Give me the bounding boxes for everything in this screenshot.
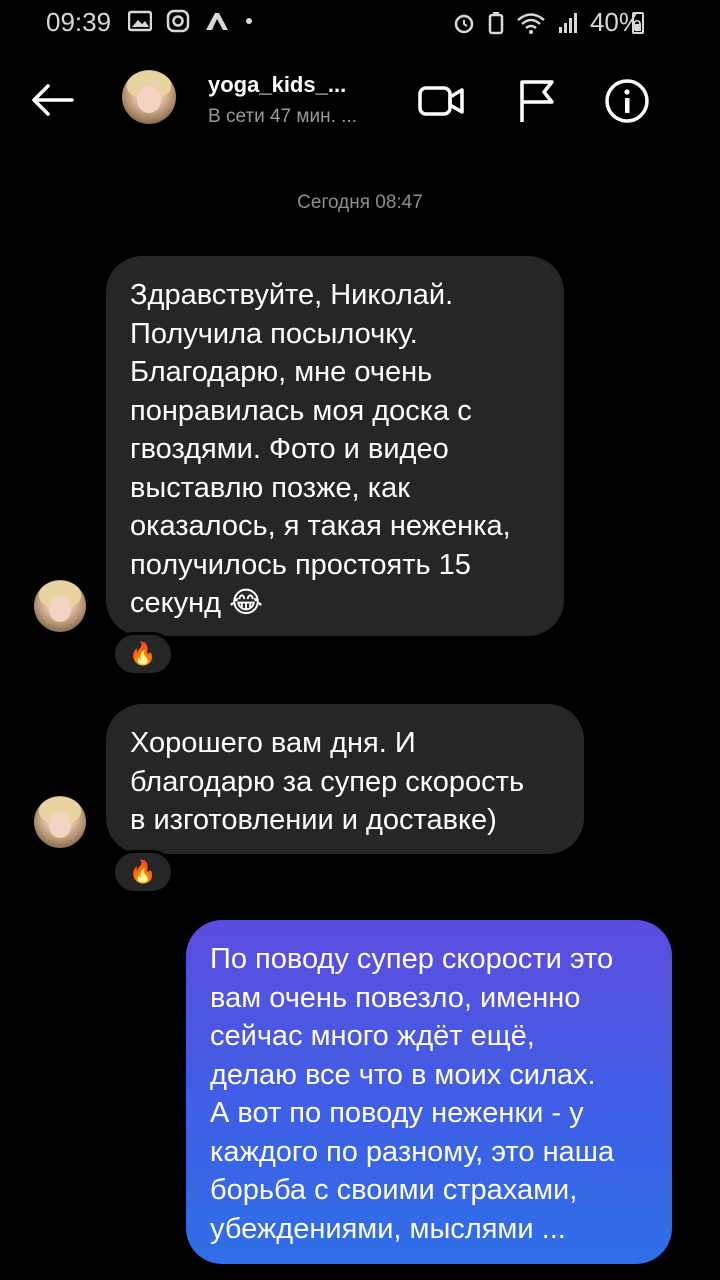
flag-icon[interactable] (512, 76, 562, 126)
message-line: получилось простоять 15 (130, 548, 471, 581)
message-line: Здравствуйте, Николай. (130, 279, 454, 311)
message-line: делаю все что в моих силах. (210, 1058, 596, 1091)
status-bar: 09:39 40% (0, 0, 720, 44)
message-line: гвоздями. Фото и видео (130, 433, 449, 465)
app-icon (206, 13, 228, 30)
battery-saver-icon (488, 11, 504, 34)
message-line: Получила посылочку. (130, 317, 418, 350)
info-icon[interactable] (602, 76, 652, 126)
message-line: борьба с своими страхами, (210, 1174, 578, 1206)
message-line: выставлю позже, как (130, 471, 410, 504)
fire-emoji: 🔥 (129, 641, 157, 666)
sender-avatar[interactable] (34, 580, 86, 632)
outgoing-message-bubble[interactable]: По поводу супер скорости это вам очень п… (186, 920, 672, 1264)
fire-emoji: 🔥 (129, 859, 157, 884)
message-line: благодарю за супер скорость (130, 765, 525, 798)
contact-username[interactable]: yoga_kids_... (208, 72, 346, 98)
chat-header: yoga_kids_... В сети 47 мин. ... (0, 60, 720, 140)
message-line: сейчас много ждёт ещё, (210, 1020, 535, 1052)
message-line: секунд 😂 (130, 587, 264, 619)
contact-avatar[interactable] (122, 70, 176, 124)
message-line: в изготовлении и доставке) (130, 804, 497, 836)
message-line: каждого по разному, это наша (210, 1135, 615, 1168)
message-line: А вот по поводу неженки - у (210, 1097, 584, 1129)
message-line: Хорошего вам дня. И (130, 727, 416, 759)
incoming-message-bubble[interactable]: Здравствуйте, Николай. Получила посылочк… (106, 256, 564, 636)
video-camera-icon[interactable] (416, 76, 466, 126)
instagram-icon (166, 9, 190, 33)
incoming-message-bubble[interactable]: Хорошего вам дня. И благодарю за супер с… (106, 704, 584, 854)
wifi-icon (517, 12, 545, 34)
message-line: По поводу супер скорости это (210, 943, 614, 975)
back-arrow-icon[interactable] (28, 76, 76, 124)
reaction-badge[interactable]: 🔥 (112, 632, 174, 676)
contact-status: В сети 47 мин. ... (208, 106, 357, 127)
status-time: 09:39 (46, 7, 112, 37)
alarm-icon (454, 14, 474, 33)
battery-icon (632, 12, 644, 34)
message-line: убеждениями, мыслями ... (210, 1212, 566, 1245)
reaction-badge[interactable]: 🔥 (112, 850, 174, 894)
message-line: вам очень повезло, именно (210, 981, 581, 1014)
message-line: Благодарю, мне очень (130, 356, 433, 388)
signal-icon (558, 12, 577, 33)
notification-icons (128, 9, 254, 33)
message-line: понравилась моя доска с (130, 394, 472, 427)
message-line: оказалось, я такая неженка, (130, 510, 511, 542)
dot-icon (246, 18, 252, 24)
gallery-icon (128, 10, 152, 32)
date-separator: Сегодня 08:47 (297, 192, 423, 213)
sender-avatar[interactable] (34, 796, 86, 848)
system-icons: 40% (452, 7, 642, 38)
